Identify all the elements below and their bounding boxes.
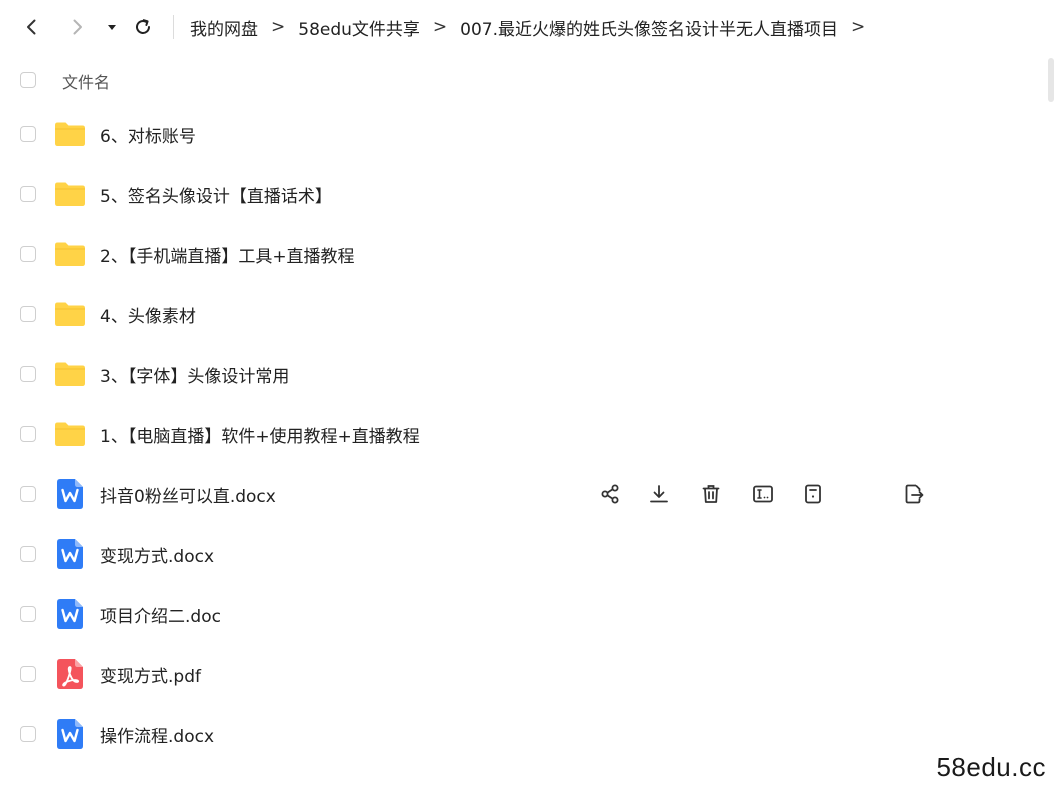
chevron-left-icon xyxy=(27,19,36,35)
row-checkbox[interactable] xyxy=(20,426,36,442)
download-button[interactable] xyxy=(645,480,673,508)
folder-icon xyxy=(54,418,86,450)
folder-icon xyxy=(54,358,86,390)
word-file-icon xyxy=(54,718,86,750)
folder-row[interactable]: 4、头像素材 xyxy=(0,284,1040,344)
breadcrumb: 我的网盘 > 58edu文件共享 > 007.最近火爆的姓氏头像签名设计半无人直… xyxy=(190,14,878,40)
file-row[interactable]: 变现方式.docx xyxy=(0,524,1040,584)
folder-row[interactable]: 3、【字体】头像设计常用 xyxy=(0,344,1040,404)
back-button[interactable] xyxy=(19,14,45,40)
details-button[interactable] xyxy=(799,480,827,508)
breadcrumb-item-shared-folder[interactable]: 58edu文件共享 xyxy=(298,15,420,40)
word-file-icon xyxy=(54,478,86,510)
list-header: 文件名 xyxy=(0,56,1040,104)
folder-icon xyxy=(54,118,86,150)
file-name[interactable]: 项目介绍二.doc xyxy=(100,602,221,627)
row-checkbox[interactable] xyxy=(20,366,36,382)
details-icon xyxy=(802,483,824,505)
chevron-right-icon xyxy=(73,19,82,35)
file-list: 6、对标账号 5、签名头像设计【直播话术】 2、【手机端直播】工具+直播教程 4、头像… xyxy=(0,104,1040,764)
column-header-filename[interactable]: 文件名 xyxy=(62,69,110,93)
file-name[interactable]: 4、头像素材 xyxy=(100,302,196,327)
folder-row[interactable]: 5、签名头像设计【直播话术】 xyxy=(0,164,1040,224)
refresh-button[interactable] xyxy=(130,14,156,40)
move-copy-icon xyxy=(903,483,925,505)
file-name[interactable]: 变现方式.docx xyxy=(100,542,214,567)
breadcrumb-separator: > xyxy=(851,17,866,37)
row-checkbox[interactable] xyxy=(20,666,36,682)
row-checkbox[interactable] xyxy=(20,126,36,142)
file-name[interactable]: 3、【字体】头像设计常用 xyxy=(100,362,289,387)
file-name[interactable]: 1、【电脑直播】软件+使用教程+直播教程 xyxy=(100,422,420,447)
rename-button[interactable] xyxy=(749,480,777,508)
folder-icon xyxy=(54,298,86,330)
breadcrumb-separator: > xyxy=(432,17,448,37)
move-copy-button[interactable] xyxy=(900,480,928,508)
breadcrumb-item-current-folder[interactable]: 007.最近火爆的姓氏头像签名设计半无人直播项目 xyxy=(460,15,838,40)
top-nav-bar: 我的网盘 > 58edu文件共享 > 007.最近火爆的姓氏头像签名设计半无人直… xyxy=(0,0,1062,54)
share-icon xyxy=(599,483,621,505)
delete-button[interactable] xyxy=(697,480,725,508)
row-checkbox[interactable] xyxy=(20,186,36,202)
row-checkbox[interactable] xyxy=(20,486,36,502)
folder-icon xyxy=(54,238,86,270)
file-row[interactable]: 变现方式.pdf xyxy=(0,644,1040,704)
folder-icon xyxy=(54,178,86,210)
row-checkbox[interactable] xyxy=(20,306,36,322)
scrollbar[interactable] xyxy=(1048,58,1054,102)
file-name[interactable]: 变现方式.pdf xyxy=(100,662,201,687)
download-icon xyxy=(648,483,670,505)
forward-button[interactable] xyxy=(64,14,90,40)
folder-row[interactable]: 2、【手机端直播】工具+直播教程 xyxy=(0,224,1040,284)
file-name[interactable]: 5、签名头像设计【直播话术】 xyxy=(100,182,332,207)
file-row[interactable]: 项目介绍二.doc xyxy=(0,584,1040,644)
nav-divider xyxy=(173,15,174,39)
breadcrumb-separator: > xyxy=(271,17,286,37)
row-checkbox[interactable] xyxy=(20,246,36,262)
rename-icon xyxy=(752,483,774,505)
word-file-icon xyxy=(54,538,86,570)
file-name[interactable]: 2、【手机端直播】工具+直播教程 xyxy=(100,242,355,267)
watermark: 58edu.cc xyxy=(936,752,1046,782)
pdf-file-icon xyxy=(54,658,86,690)
select-all-checkbox[interactable] xyxy=(20,72,36,88)
folder-row[interactable]: 1、【电脑直播】软件+使用教程+直播教程 xyxy=(0,404,1040,464)
row-checkbox[interactable] xyxy=(20,726,36,742)
word-file-icon xyxy=(54,598,86,630)
row-checkbox[interactable] xyxy=(20,546,36,562)
history-dropdown-button[interactable] xyxy=(99,14,125,40)
delete-icon xyxy=(700,483,722,505)
file-name[interactable]: 6、对标账号 xyxy=(100,122,196,147)
file-browser-page: 我的网盘 > 58edu文件共享 > 007.最近火爆的姓氏头像签名设计半无人直… xyxy=(0,0,1062,793)
breadcrumb-item-my-drive[interactable]: 我的网盘 xyxy=(190,15,258,40)
file-name[interactable]: 抖音0粉丝可以直.docx xyxy=(100,482,276,507)
folder-row[interactable]: 6、对标账号 xyxy=(0,104,1040,164)
row-checkbox[interactable] xyxy=(20,606,36,622)
file-name[interactable]: 操作流程.docx xyxy=(100,722,214,747)
share-button[interactable] xyxy=(596,480,624,508)
file-row[interactable]: 抖音0粉丝可以直.docx xyxy=(0,464,1040,524)
file-row[interactable]: 操作流程.docx xyxy=(0,704,1040,764)
refresh-icon xyxy=(136,19,150,34)
caret-down-icon xyxy=(108,25,116,30)
